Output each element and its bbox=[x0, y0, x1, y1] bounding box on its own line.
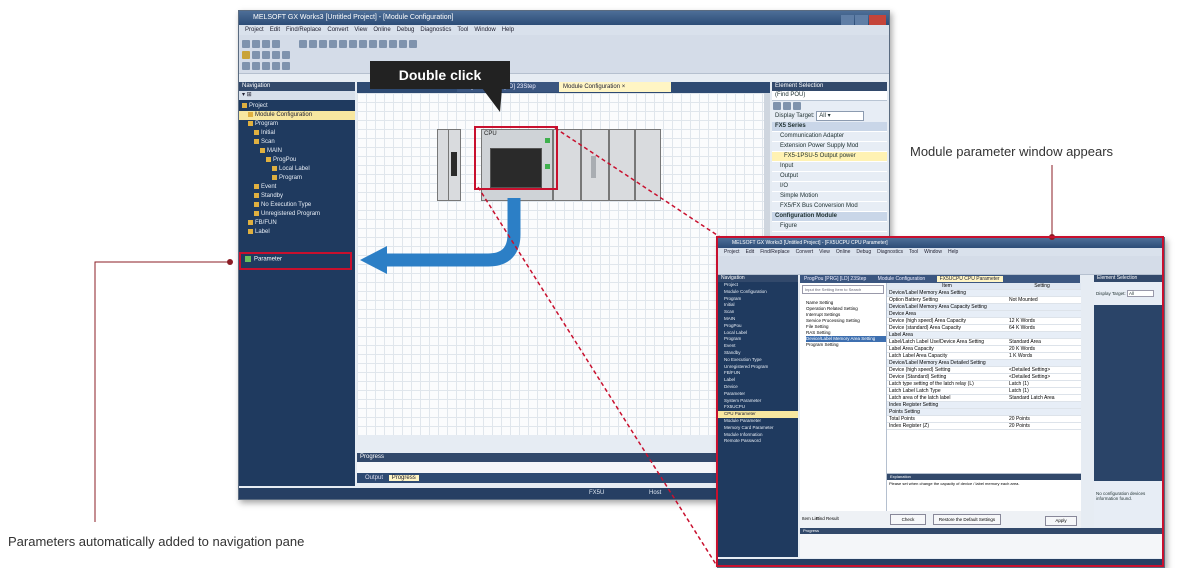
double-click-callout: Double click bbox=[370, 61, 510, 89]
parameter-nav-label: Parameter bbox=[254, 256, 283, 263]
blue-arrowhead bbox=[360, 246, 387, 274]
flow-arrow bbox=[94, 88, 1164, 567]
params-leader-line bbox=[94, 261, 230, 522]
module-window-label: Module parameter window appears bbox=[910, 144, 1114, 159]
parameter-nav-highlight: Parameter bbox=[239, 252, 352, 270]
blue-arrow-path bbox=[385, 198, 521, 267]
params-added-label: Parameters automatically added to naviga… bbox=[8, 534, 305, 549]
double-click-pointer bbox=[482, 88, 502, 112]
parameter-nav-item[interactable]: Parameter bbox=[245, 256, 282, 263]
params-leader-dot bbox=[227, 259, 233, 265]
parameter-window-outline bbox=[716, 236, 1164, 567]
cpu-highlight-box bbox=[474, 126, 558, 190]
dashed-leader-top bbox=[554, 127, 721, 238]
parameter-icon bbox=[245, 256, 251, 262]
